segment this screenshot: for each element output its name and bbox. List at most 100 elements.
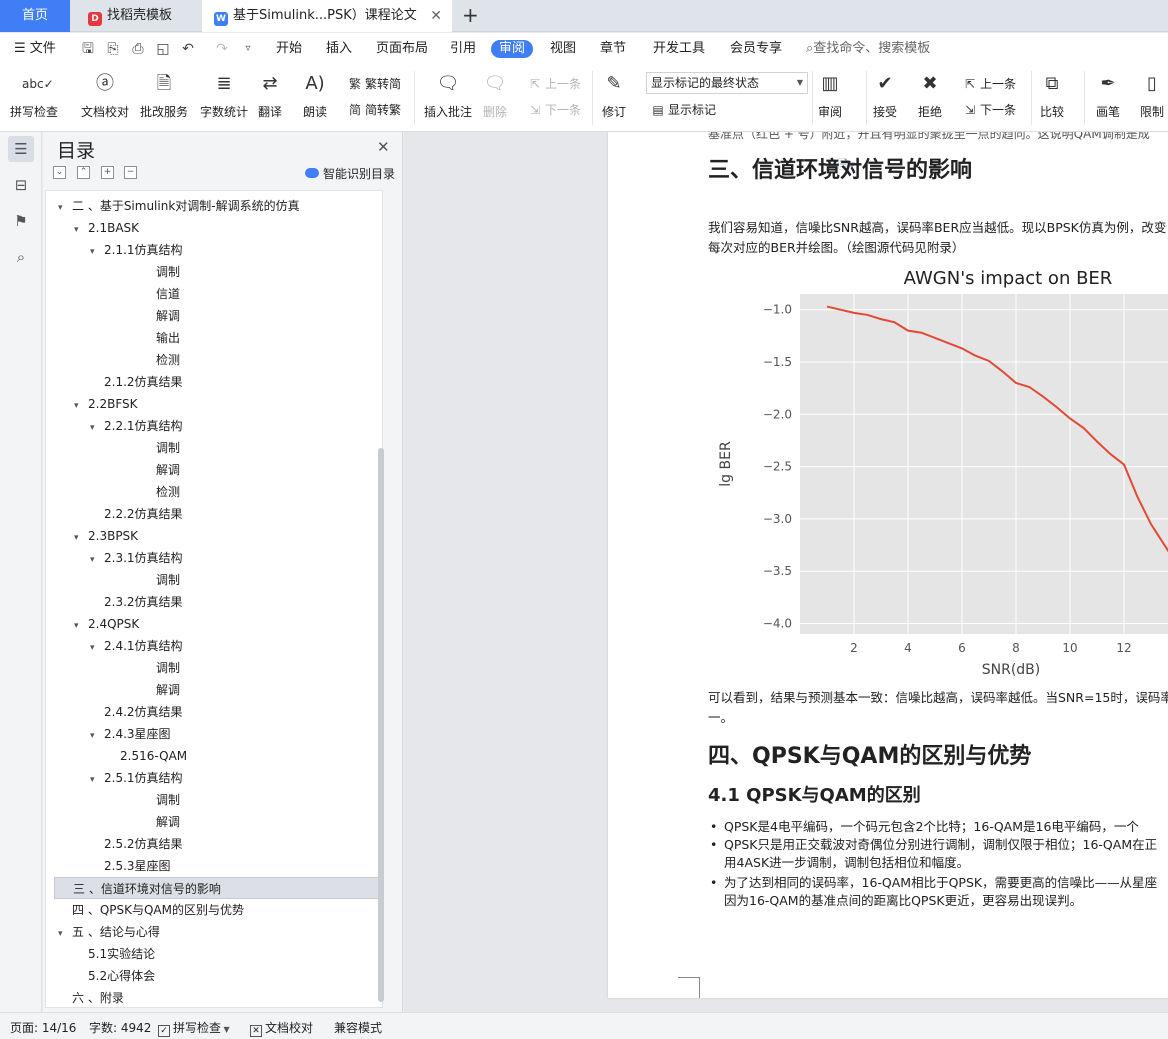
chevron-down-icon[interactable]: ▾ [90,417,104,439]
menu-page-layout[interactable]: 页面布局 [376,40,428,58]
toc-item[interactable]: 输出 [54,327,380,349]
toc-item[interactable]: 四 、QPSK与QAM的区别与优势 [54,899,380,921]
batch-service-button[interactable]: 🗎 批改服务 [140,71,188,120]
toc-item[interactable]: 调制 [54,657,380,679]
show-markup-button[interactable]: ▤ 显示标记 [650,101,716,118]
review-pane-button[interactable]: ▥ 审阅 [818,71,842,120]
new-tab-button[interactable]: + [462,0,479,30]
expand-all-icon[interactable]: ⌄ [53,166,66,179]
chevron-down-icon[interactable]: ▾ [58,197,72,219]
menu-start[interactable]: 开始 [276,40,302,58]
toc-item[interactable]: 2.4.2仿真结果 [54,701,380,723]
command-search[interactable]: ⌕查找命令、搜索模板 [806,40,930,58]
chevron-down-icon[interactable]: ▾ [90,769,104,791]
toc-item[interactable]: 解调 [54,305,380,327]
word-count-button[interactable]: ≣ 字数统计 [200,71,248,120]
restrict-editing-button[interactable]: ▯ 限制 [1140,71,1164,120]
document-page[interactable]: 基准点（红色 + 号）附近，开且有明显的聚拢至一点的趋向。这说明QAM调制是成 … [608,132,1168,998]
toc-item[interactable]: 调制 [54,437,380,459]
toc-item[interactable]: 2.2.2仿真结果 [54,503,380,525]
print-preview-icon[interactable]: ◱ [155,41,171,57]
close-icon[interactable]: ✕ [430,0,442,32]
toc-item[interactable]: ▾ 2.4QPSK [54,613,380,635]
chapter-nav-icon[interactable]: ⊟ [8,172,34,198]
next-change-button[interactable]: ⇲ 下一条 [962,101,1016,118]
toc-item[interactable]: ▾ 2.3.1仿真结构 [54,547,380,569]
toc-item[interactable]: 调制 [54,569,380,591]
prev-comment-button[interactable]: ⇱ 上一条 [527,75,581,92]
toc-item[interactable]: ▾ 2.2.1仿真结构 [54,415,380,437]
collapse-all-icon[interactable]: ⌃ [77,166,90,179]
close-icon[interactable]: ✕ [377,138,390,156]
toc-item[interactable]: 解调 [54,679,380,701]
toc-item[interactable]: ▾ 2.2BFSK [54,393,380,415]
toc-scrollbar[interactable] [378,448,384,1002]
toc-item[interactable]: 5.2心得体会 [54,965,380,987]
add-heading-icon[interactable]: + [101,166,114,179]
toc-item[interactable]: ▾ 2.1BASK [54,217,380,239]
word-count[interactable]: 字数: 4942 [89,1019,151,1036]
toc-item[interactable]: ▾ 二 、基于Simulink对调制-解调系统的仿真 [54,195,380,217]
smart-toc-button[interactable]: 智能识别目录 [305,165,395,182]
menu-review[interactable]: 审阅 [491,40,534,58]
spell-check-toggle[interactable]: ✓ 拼写检查 ▼ [158,1019,230,1037]
tab-home[interactable]: 首页 [0,0,70,32]
toc-item[interactable]: 2.3.2仿真结果 [54,591,380,613]
toc-item[interactable]: 检测 [54,349,380,371]
save-icon[interactable]: 🖫 [80,41,96,57]
toc-item[interactable]: 调制 [54,789,380,811]
file-menu[interactable]: ☰ 文件 [14,40,56,58]
toc-item[interactable]: ▾ 2.5.1仿真结构 [54,767,380,789]
toc-item[interactable]: ▾ 五 、结论与心得 [54,921,380,943]
toc-item[interactable]: ▾ 2.1.1仿真结构 [54,239,380,261]
chevron-down-icon[interactable]: ▾ [90,725,104,747]
translate-button[interactable]: ⇄ 翻译 [258,71,282,120]
toc-item[interactable]: 解调 [54,811,380,833]
print-icon[interactable]: ⎙ [130,41,146,57]
track-changes-button[interactable]: ✎ 修订 [602,71,626,120]
toc-item[interactable]: 2.516-QAM [54,745,380,767]
trad-to-simp-button[interactable]: 繁繁转简 [347,75,401,92]
toc-nav-icon[interactable]: ☰ [8,136,34,162]
delete-comment-button[interactable]: 🗨 删除 [483,71,507,120]
insert-comment-button[interactable]: 🗨 插入批注 [424,71,472,120]
spell-check-button[interactable]: abc✓ 拼写检查 [10,71,58,120]
redo-icon[interactable]: ↷ [214,41,230,57]
menu-insert[interactable]: 插入 [326,40,352,58]
menu-developer[interactable]: 开发工具 [653,40,705,58]
reject-button[interactable]: ✖ 拒绝 [918,71,942,120]
toc-item[interactable]: 5.1实验结论 [54,943,380,965]
menu-membership[interactable]: 会员专享 [730,40,782,58]
customize-quick-access-icon[interactable]: ▿ [240,41,256,57]
toc-item[interactable]: 六 、附录 [54,987,380,1007]
compare-button[interactable]: ⧉ 比较 [1040,71,1064,120]
doc-proofread-button[interactable]: ⓐ 文档校对 [81,71,129,120]
toc-item[interactable]: 调制 [54,261,380,283]
chevron-down-icon[interactable]: ▾ [74,395,88,417]
menu-chapter[interactable]: 章节 [600,40,626,58]
toc-item[interactable]: 2.5.2仿真结果 [54,833,380,855]
toc-item[interactable]: 信道 [54,283,380,305]
toc-item[interactable]: 解调 [54,459,380,481]
markup-state-select[interactable]: 显示标记的最终状态 ▼ [646,72,808,94]
simp-to-trad-button[interactable]: 简简转繁 [347,101,401,118]
menu-references[interactable]: 引用 [450,40,476,58]
chevron-down-icon[interactable]: ▾ [90,549,104,571]
accept-button[interactable]: ✔ 接受 [873,71,897,120]
toc-item[interactable]: ▾ 2.4.1仿真结构 [54,635,380,657]
chevron-down-icon[interactable]: ▾ [90,637,104,659]
bookmark-icon[interactable]: ⚑ [8,208,34,234]
next-comment-button[interactable]: ⇲ 下一条 [527,101,581,118]
ink-button[interactable]: ✒ 画笔 [1096,71,1120,120]
tab-template[interactable]: D 找稻壳模板 [72,0,200,32]
chevron-down-icon[interactable]: ▾ [74,527,88,549]
read-aloud-button[interactable]: A) 朗读 [303,71,327,120]
chevron-down-icon[interactable]: ▾ [58,923,72,945]
undo-icon[interactable]: ↶ [180,41,196,57]
chevron-down-icon[interactable]: ▾ [90,241,104,263]
remove-heading-icon[interactable]: − [124,166,137,179]
chevron-down-icon[interactable]: ▾ [74,219,88,241]
menu-view[interactable]: 视图 [550,40,576,58]
toc-item[interactable]: ▾ 2.3BPSK [54,525,380,547]
tab-document[interactable]: W 基于Simulink...PSK）课程论文 ✕ [202,0,452,32]
